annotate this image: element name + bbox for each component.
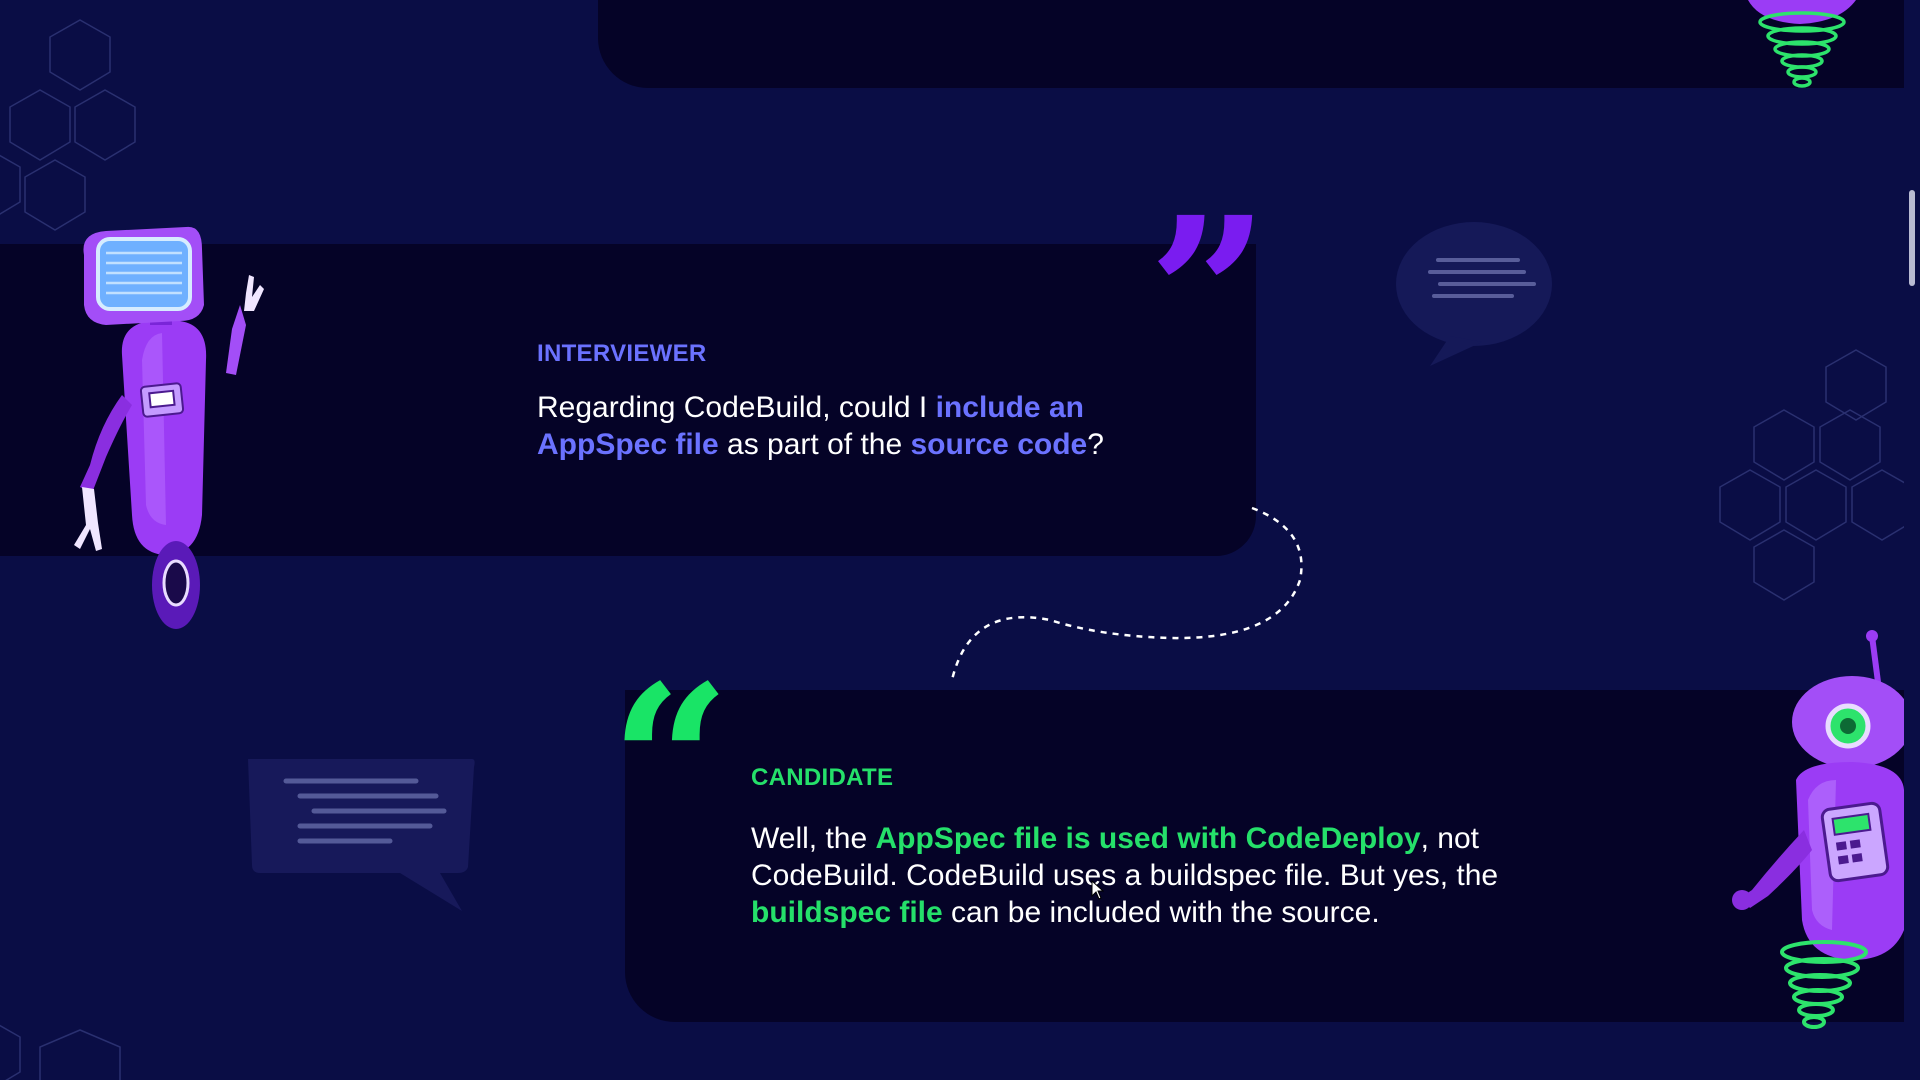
interviewer-message: Regarding CodeBuild, could I include an … <box>537 389 1157 463</box>
conversation-page: ” INTERVIEWER Regarding CodeBuild, could… <box>0 0 1920 1080</box>
candidate-message-highlight: buildspec file <box>751 896 943 929</box>
candidate-message-segment: can be included with the source. <box>942 896 1380 929</box>
candidate-message: Well, the AppSpec file is used with Code… <box>751 820 1581 931</box>
candidate-role-label: CANDIDATE <box>751 764 894 791</box>
candidate-message-segment: Well, the <box>751 822 876 855</box>
dashed-connector-icon <box>950 506 1303 681</box>
hexagon-pattern-right-icon <box>1719 349 1913 601</box>
mouse-cursor-icon <box>1091 879 1105 900</box>
hexagon-pattern-top-left-icon <box>0 19 136 231</box>
interviewer-message-segment: as part of the <box>718 428 911 461</box>
interviewer-message-highlight: source code <box>910 428 1088 461</box>
speech-bubble-icon <box>248 759 475 911</box>
vertical-scrollbar[interactable] <box>1904 0 1920 1080</box>
robot-interviewer-icon <box>74 226 264 629</box>
interviewer-message-segment: ? <box>1087 428 1104 461</box>
robot-top-icon <box>1748 0 1856 88</box>
scrollbar-thumb[interactable] <box>1909 190 1915 286</box>
robot-candidate-icon <box>1732 630 1912 1029</box>
interviewer-role-label: INTERVIEWER <box>537 340 707 367</box>
previous-message-card <box>598 0 1904 88</box>
open-quote-icon: “ <box>610 639 731 886</box>
speech-bubble-icon <box>1396 222 1552 366</box>
candidate-message-highlight: AppSpec file is used with CodeDeploy <box>875 822 1421 855</box>
close-quote-icon: ” <box>1148 171 1269 418</box>
interviewer-message-segment: Regarding CodeBuild, could I <box>537 391 936 424</box>
hexagon-pattern-bottom-left-icon <box>0 1024 121 1080</box>
